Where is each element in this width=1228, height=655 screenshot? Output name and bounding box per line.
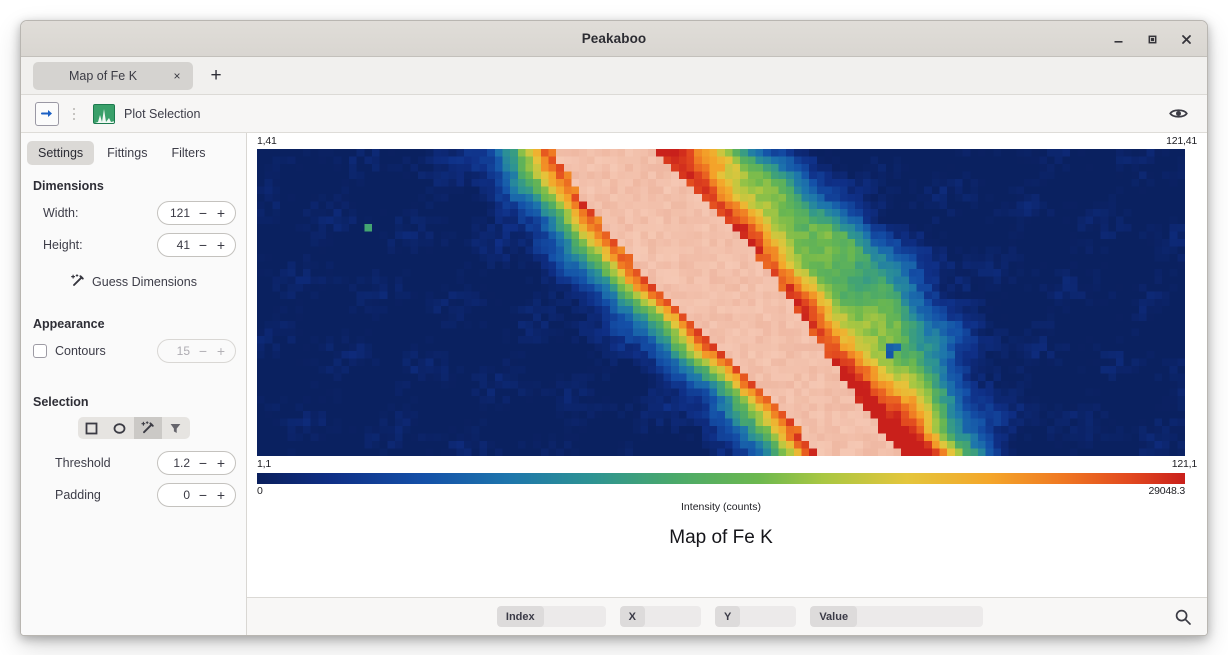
window-title: Peakaboo — [581, 31, 647, 46]
plot-selection-button[interactable]: Plot Selection — [89, 102, 204, 126]
padding-stepper[interactable]: 0 − + — [157, 483, 236, 507]
corner-label-top-left: 1,41 — [257, 135, 277, 147]
colorbar-min-label: 0 — [257, 485, 263, 497]
plot-selection-label: Plot Selection — [124, 106, 201, 121]
lasso-select-tool[interactable] — [162, 417, 190, 439]
contours-stepper[interactable]: 15 − + — [157, 339, 236, 363]
status-field-index[interactable]: Index — [496, 606, 606, 627]
height-stepper[interactable]: 41 − + — [157, 233, 236, 257]
contours-decrement-button[interactable]: − — [195, 341, 211, 361]
magic-wand-select-tool[interactable] — [133, 417, 162, 439]
corner-label-bottom-right: 121,1 — [1171, 458, 1197, 470]
maximize-button[interactable] — [1141, 28, 1163, 50]
toolbar-separator — [72, 104, 76, 124]
magic-wand-icon — [70, 274, 85, 289]
padding-increment-button[interactable]: + — [213, 485, 229, 505]
threshold-stepper[interactable]: 1.2 − + — [157, 451, 236, 475]
threshold-row: Threshold 1.2 − + — [21, 449, 246, 477]
tab-settings[interactable]: Settings — [27, 141, 95, 165]
search-icon[interactable] — [1171, 605, 1195, 629]
status-field-x[interactable]: X — [619, 606, 701, 627]
arrow-right-icon[interactable] — [35, 101, 59, 126]
height-decrement-button[interactable]: − — [195, 235, 211, 255]
eye-icon[interactable] — [1165, 101, 1191, 127]
plot-area: 1,41 121,41 1,1 121,1 0 29048.3 Intensit… — [247, 133, 1207, 597]
minimize-button[interactable] — [1107, 28, 1129, 50]
plot-title: Map of Fe K — [669, 527, 773, 548]
tab-filters[interactable]: Filters — [160, 141, 216, 165]
colorbar-max-label: 29048.3 — [1148, 485, 1185, 497]
padding-label: Padding — [55, 488, 101, 502]
corner-label-bottom-left: 1,1 — [257, 458, 271, 470]
width-value: 121 — [169, 206, 190, 220]
spectrum-plot-icon — [93, 103, 115, 124]
height-row: Height: 41 − + — [21, 231, 246, 259]
selection-tool-group — [21, 417, 246, 439]
status-field-value[interactable]: Value — [810, 606, 984, 627]
contours-checkbox[interactable] — [33, 344, 47, 358]
padding-row: Padding 0 − + — [21, 481, 246, 509]
tab-label: Map of Fe K — [68, 68, 138, 83]
threshold-decrement-button[interactable]: − — [195, 453, 211, 473]
colorbar-axis-title: Intensity (counts) — [681, 501, 761, 513]
status-key-index: Index — [496, 606, 544, 627]
status-bar: Index X Y Value — [247, 597, 1207, 635]
colorbar-group: 0 29048.3 Intensity (counts) Map of Fe K — [257, 473, 1185, 549]
guess-dimensions-label: Guess Dimensions — [92, 274, 197, 289]
width-label: Width: — [43, 206, 79, 220]
padding-decrement-button[interactable]: − — [195, 485, 211, 505]
contours-increment-button[interactable]: + — [213, 341, 229, 361]
toolbar: Plot Selection — [21, 95, 1207, 133]
padding-value: 0 — [183, 488, 190, 502]
threshold-value: 1.2 — [173, 456, 190, 470]
status-fields: Index X Y Value — [471, 606, 984, 627]
width-decrement-button[interactable]: − — [195, 203, 211, 223]
contours-value: 15 — [176, 344, 190, 358]
width-stepper[interactable]: 121 − + — [157, 201, 236, 225]
status-value-value — [857, 606, 983, 627]
plot-panel: 1,41 121,41 1,1 121,1 0 29048.3 Intensit… — [247, 133, 1207, 635]
app-root: Peakaboo Map of Fe K × + Plot Selection … — [0, 0, 1228, 655]
appearance-heading: Appearance — [33, 317, 105, 331]
width-row: Width: 121 − + — [21, 199, 246, 227]
selection-heading: Selection — [33, 395, 89, 409]
height-label: Height: — [43, 238, 83, 252]
settings-sidebar: Settings Fittings Filters Dimensions Wid… — [21, 133, 247, 635]
width-increment-button[interactable]: + — [213, 203, 229, 223]
height-value: 41 — [176, 238, 190, 252]
tab-bar: Map of Fe K × + — [21, 57, 1207, 95]
threshold-label: Threshold — [55, 456, 111, 470]
title-bar: Peakaboo — [21, 21, 1207, 57]
contours-row: Contours 15 − + — [21, 337, 246, 365]
status-key-value: Value — [810, 606, 858, 627]
colorbar-gradient — [257, 473, 1185, 484]
status-key-x: X — [619, 606, 645, 627]
window-body: Settings Fittings Filters Dimensions Wid… — [21, 133, 1207, 635]
sidebar-tab-strip: Settings Fittings Filters — [21, 141, 246, 165]
tab-close-icon[interactable]: × — [169, 68, 185, 84]
status-key-y: Y — [714, 606, 741, 627]
contours-label: Contours — [55, 344, 106, 358]
status-value-y — [740, 606, 796, 627]
status-value-index — [544, 606, 606, 627]
close-button[interactable] — [1175, 28, 1197, 50]
threshold-increment-button[interactable]: + — [213, 453, 229, 473]
main-window: Peakaboo Map of Fe K × + Plot Selection … — [20, 20, 1208, 636]
dimensions-heading: Dimensions — [33, 179, 104, 193]
tab-fittings[interactable]: Fittings — [96, 141, 158, 165]
ellipse-select-tool[interactable] — [106, 417, 134, 439]
status-value-x — [645, 606, 701, 627]
new-tab-button[interactable]: + — [203, 63, 229, 89]
corner-label-top-right: 121,41 — [1166, 135, 1197, 147]
heatmap-image[interactable] — [257, 149, 1185, 456]
colorbar-ticks: 0 29048.3 — [257, 485, 1185, 500]
guess-dimensions-button[interactable]: Guess Dimensions — [21, 272, 246, 291]
toolbar-right-group — [1165, 101, 1197, 127]
rectangle-select-tool[interactable] — [78, 417, 106, 439]
status-field-y[interactable]: Y — [714, 606, 797, 627]
height-increment-button[interactable]: + — [213, 235, 229, 255]
tab-map-of-fe-k[interactable]: Map of Fe K × — [33, 61, 193, 90]
window-controls — [1107, 21, 1197, 57]
